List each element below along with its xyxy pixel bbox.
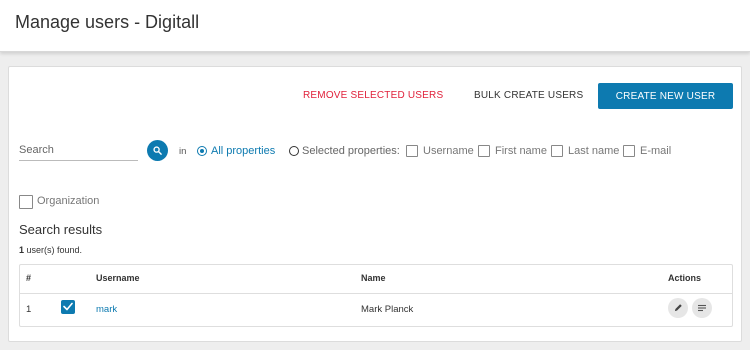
username-property-label[interactable]: Username <box>423 145 474 157</box>
email-property-label[interactable]: E-mail <box>640 145 671 157</box>
organization-checkbox[interactable] <box>19 195 33 209</box>
selected-properties-label[interactable]: Selected properties: <box>302 145 400 157</box>
page-header: Manage users - Digitall <box>0 0 750 52</box>
last-name-property-label[interactable]: Last name <box>568 145 619 157</box>
checkmark-icon <box>63 298 73 316</box>
organization-label[interactable]: Organization <box>37 195 99 207</box>
search-icon <box>153 142 162 160</box>
username-property-checkbox[interactable] <box>406 145 418 157</box>
user-details-button[interactable] <box>692 298 712 318</box>
search-results-title: Search results <box>19 222 103 237</box>
column-header-username[interactable]: Username <box>96 273 140 283</box>
email-property-checkbox[interactable] <box>623 145 635 157</box>
manage-users-panel: REMOVE SELECTED USERS BULK CREATE USERS … <box>8 66 742 342</box>
row-name: Mark Planck <box>361 304 414 315</box>
last-name-property-checkbox[interactable] <box>551 145 563 157</box>
first-name-property-label[interactable]: First name <box>495 145 547 157</box>
all-properties-label[interactable]: All properties <box>211 145 275 157</box>
create-new-user-button[interactable]: CREATE NEW USER <box>598 83 733 109</box>
row-index: 1 <box>26 304 32 315</box>
column-header-actions: Actions <box>668 273 702 283</box>
edit-icon <box>674 299 683 317</box>
first-name-property-checkbox[interactable] <box>478 145 490 157</box>
results-count: 1 user(s) found. <box>19 245 82 255</box>
details-icon <box>697 299 707 317</box>
column-header-index: # <box>26 273 32 283</box>
remove-selected-users-button[interactable]: REMOVE SELECTED USERS <box>303 90 443 101</box>
row-select-checkbox[interactable] <box>61 300 75 314</box>
create-new-user-label: CREATE NEW USER <box>615 90 716 102</box>
header-divider <box>20 293 732 294</box>
search-input[interactable] <box>19 139 138 161</box>
selected-properties-radio[interactable] <box>289 146 299 156</box>
users-table: # Username Name Actions 1 mark Mark Plan… <box>19 264 733 327</box>
results-count-suffix: user(s) found. <box>24 245 83 255</box>
page-title: Manage users - Digitall <box>15 12 200 32</box>
row-username-link[interactable]: mark <box>96 304 117 315</box>
bulk-create-users-button[interactable]: BULK CREATE USERS <box>474 90 583 101</box>
column-header-name[interactable]: Name <box>361 273 386 283</box>
search-button[interactable] <box>147 140 168 161</box>
search-in-label: in <box>179 146 187 157</box>
all-properties-radio[interactable] <box>197 146 207 156</box>
edit-user-button[interactable] <box>668 298 688 318</box>
